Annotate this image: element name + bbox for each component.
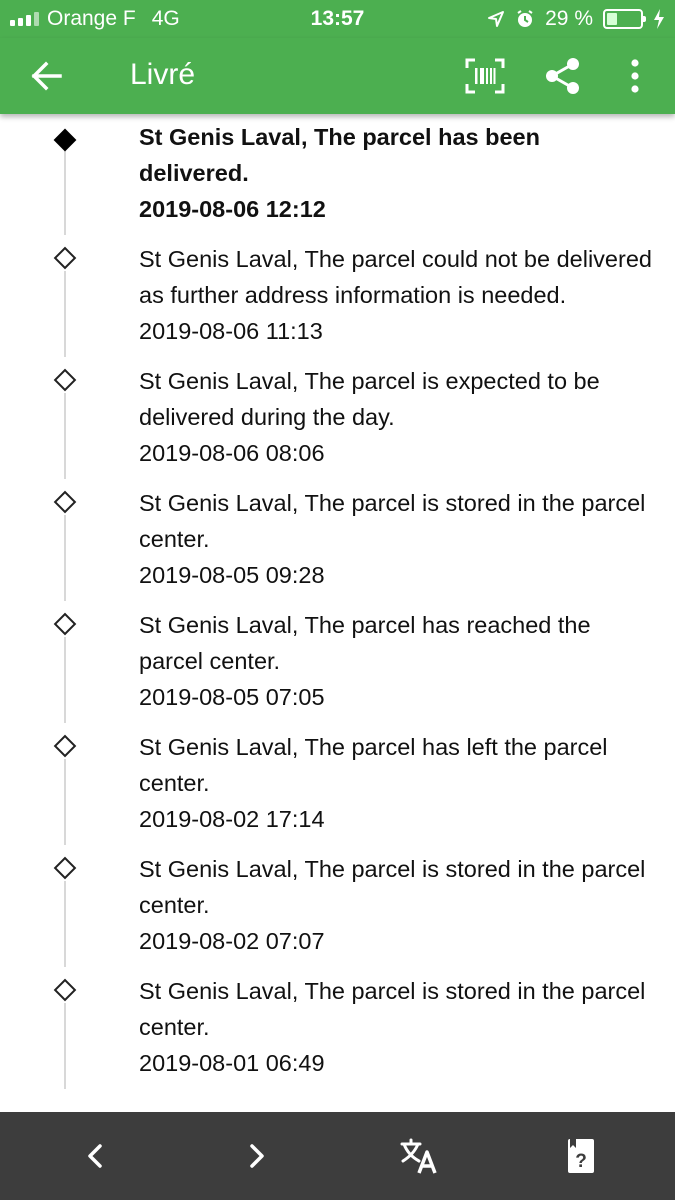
battery-icon — [603, 9, 646, 29]
timeline-connector — [64, 515, 66, 601]
more-vert-icon — [631, 59, 639, 93]
timeline-marker-icon — [53, 490, 77, 514]
timeline-marker-icon — [53, 368, 77, 392]
event-date: 2019-08-06 12:12 — [139, 196, 326, 222]
timeline-event: St Genis Laval, The parcel could not be … — [0, 241, 675, 357]
bottom-toolbar: ? — [0, 1112, 675, 1200]
event-date: 2019-08-05 09:28 — [139, 562, 325, 588]
back-button[interactable] — [22, 54, 72, 98]
timeline-connector — [64, 759, 66, 845]
chevron-right-icon — [250, 1144, 264, 1168]
battery-percentage: 29 % — [545, 7, 593, 30]
next-button[interactable] — [232, 1132, 282, 1180]
chevron-left-icon — [88, 1144, 102, 1168]
page-title: Livré — [130, 58, 196, 91]
alarm-icon — [517, 10, 533, 27]
barcode-scan-button[interactable] — [460, 54, 510, 98]
event-date: 2019-08-02 17:14 — [139, 806, 325, 832]
timeline-event: St Genis Laval, The parcel has been deli… — [0, 119, 675, 235]
status-bar: Orange F 4G 13:57 29 % — [0, 0, 675, 38]
timeline-event: St Genis Laval, The parcel has reached t… — [0, 607, 675, 723]
event-date: 2019-08-06 11:13 — [139, 318, 323, 344]
event-description: St Genis Laval, The parcel has left the … — [139, 734, 608, 796]
event-date: 2019-08-05 07:05 — [139, 684, 325, 710]
help-card-icon: ? — [568, 1139, 594, 1173]
event-description: St Genis Laval, The parcel is stored in … — [139, 490, 646, 552]
timeline-marker-icon — [53, 978, 77, 1002]
location-arrow-icon — [488, 11, 505, 27]
timeline-event: St Genis Laval, The parcel is stored in … — [0, 851, 675, 967]
timeline-connector — [64, 149, 66, 235]
arrow-back-icon — [31, 61, 62, 91]
event-description: St Genis Laval, The parcel has been deli… — [139, 124, 540, 186]
network-type: 4G — [151, 7, 180, 30]
help-button[interactable]: ? — [556, 1132, 606, 1180]
share-icon — [546, 58, 579, 94]
timeline-connector — [64, 393, 66, 479]
timeline-connector — [64, 881, 66, 967]
signal-strength-icon — [10, 12, 39, 26]
event-description: St Genis Laval, The parcel is expected t… — [139, 368, 600, 430]
event-description: St Genis Laval, The parcel could not be … — [139, 246, 652, 308]
barcode-scan-icon — [465, 58, 505, 94]
carrier-name: Orange F — [47, 7, 136, 30]
event-date: 2019-08-01 06:49 — [139, 1050, 325, 1076]
timeline-marker-icon — [53, 612, 77, 636]
app-bar: Livré — [0, 38, 675, 114]
timeline-connector — [64, 1003, 66, 1089]
charging-bolt-icon — [654, 9, 664, 29]
event-date: 2019-08-02 07:07 — [139, 928, 325, 954]
timeline-connector — [64, 637, 66, 723]
event-description: St Genis Laval, The parcel has reached t… — [139, 612, 591, 674]
event-description: St Genis Laval, The parcel is stored in … — [139, 856, 646, 918]
timeline-marker-icon — [53, 856, 77, 880]
timeline-event: St Genis Laval, The parcel is stored in … — [0, 485, 675, 601]
event-description: St Genis Laval, The parcel is stored in … — [139, 978, 646, 1040]
more-options-button[interactable] — [610, 54, 660, 98]
translate-button[interactable] — [394, 1132, 444, 1180]
timeline-marker-filled-icon — [53, 128, 77, 152]
timeline-marker-icon — [53, 734, 77, 758]
translate-icon — [400, 1138, 437, 1174]
tracking-timeline: St Genis Laval, The parcel has been deli… — [0, 114, 675, 1112]
previous-button[interactable] — [70, 1132, 120, 1180]
event-date: 2019-08-06 08:06 — [139, 440, 325, 466]
timeline-marker-icon — [53, 246, 77, 270]
timeline-event: St Genis Laval, The parcel has left the … — [0, 729, 675, 845]
share-button[interactable] — [538, 54, 588, 98]
timeline-event: St Genis Laval, The parcel is stored in … — [0, 973, 675, 1089]
timeline-connector — [64, 271, 66, 357]
help-glyph: ? — [575, 1151, 587, 1172]
timeline-event: St Genis Laval, The parcel is expected t… — [0, 363, 675, 479]
